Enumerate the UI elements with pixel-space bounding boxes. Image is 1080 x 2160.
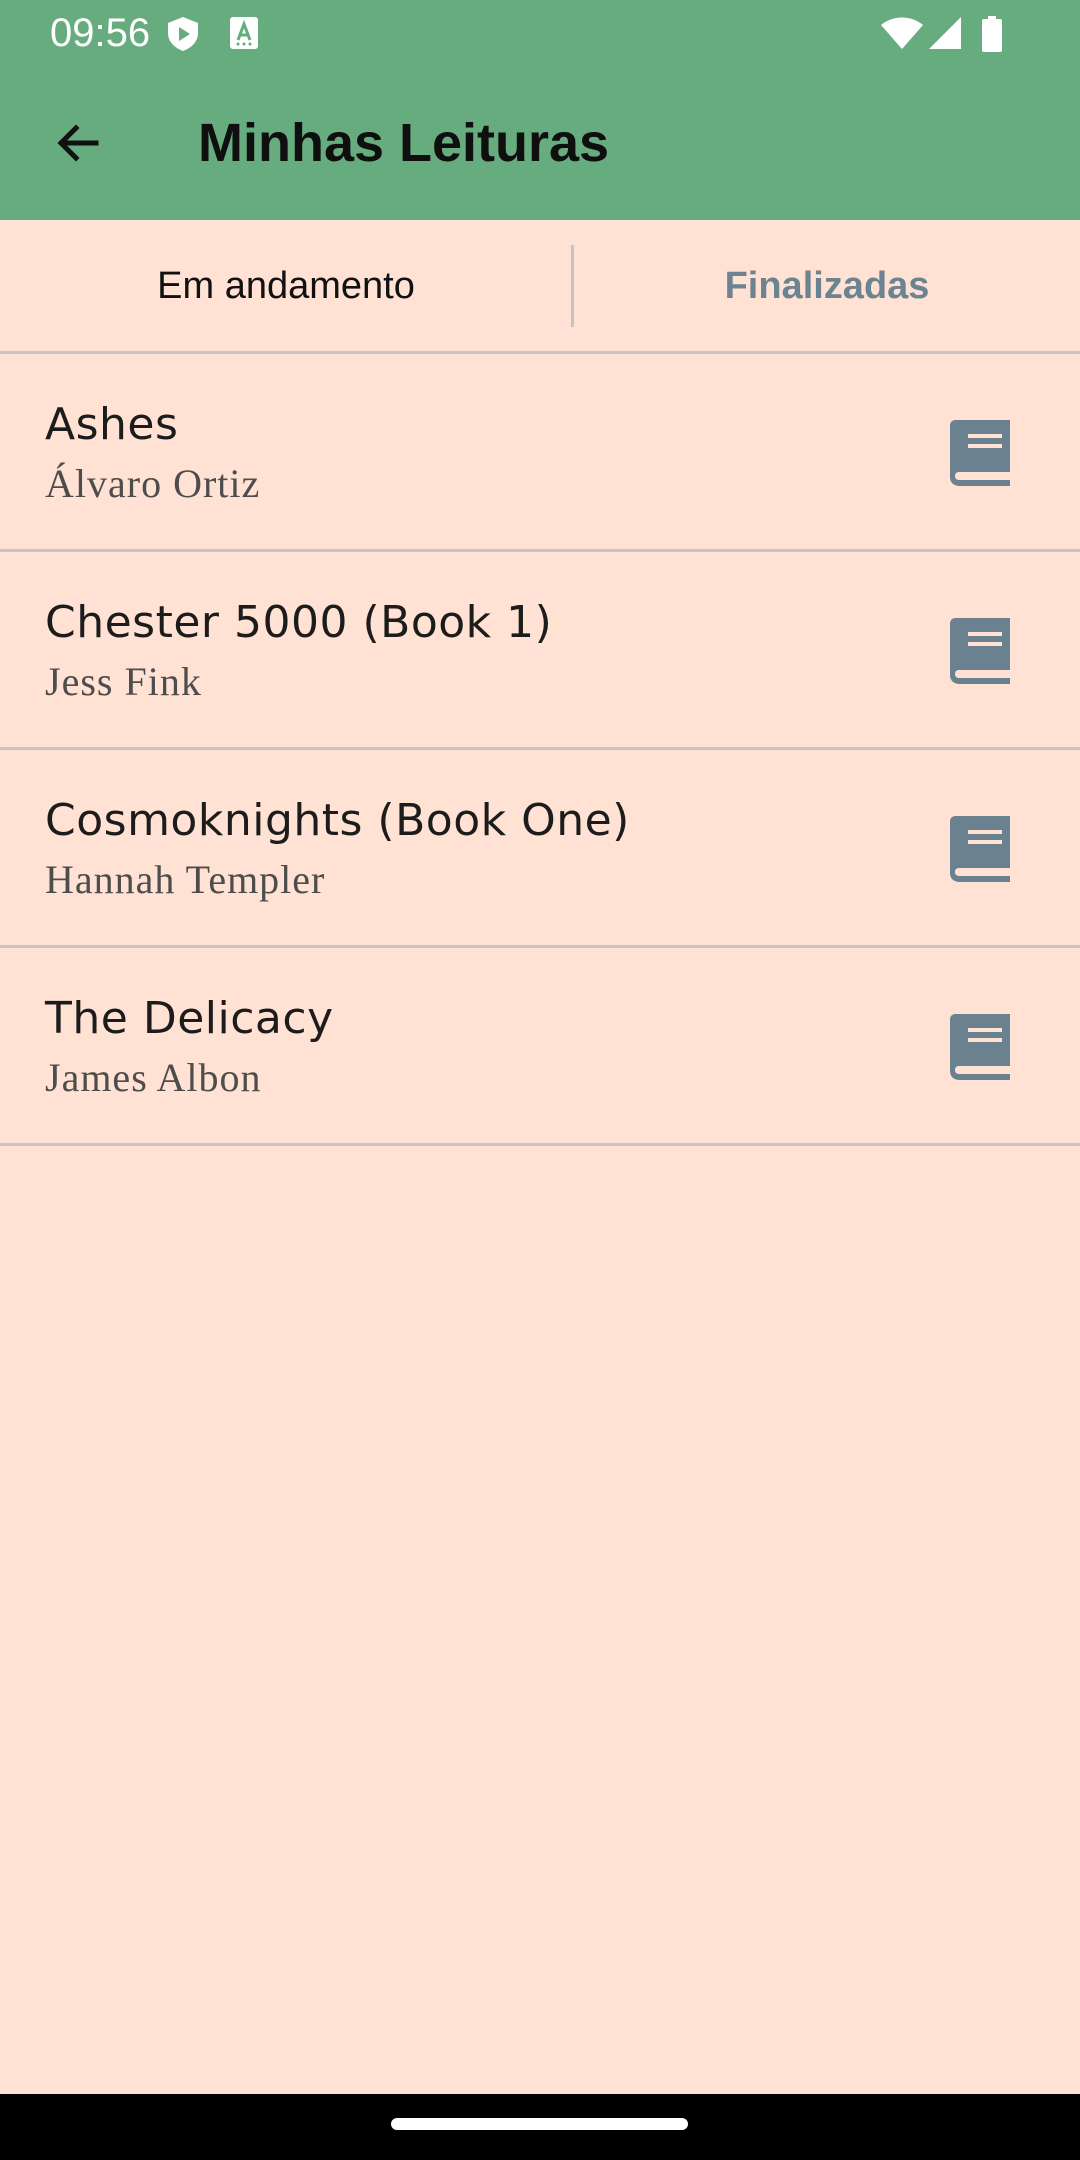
signal-icon [928,16,962,55]
tab-bar: Em andamento Finalizadas [0,220,1080,352]
book-title: Chester 5000 (Book 1) [45,597,553,648]
arrow-back-icon [57,124,99,162]
accessibility-a-icon [229,16,259,55]
list-item[interactable]: Cosmoknights (Book One) Hannah Templer [0,750,1080,948]
book-author: Hannah Templer [45,857,326,902]
book-title: The Delicacy [45,993,334,1044]
book-author: James Albon [45,1055,262,1100]
tab-finalizadas[interactable]: Finalizadas [574,220,1080,352]
book-icon[interactable] [950,618,1010,684]
book-author: Álvaro Ortiz [45,461,261,506]
back-button[interactable] [36,101,120,185]
page-title: Minhas Leituras [198,113,610,173]
status-time: 09:56 [50,11,151,55]
book-author: Jess Fink [45,659,202,704]
shield-play-icon [166,16,200,57]
book-list: Ashes Álvaro Ortiz Chester 5000 (Book 1)… [0,354,1080,1146]
book-title: Ashes [45,399,179,450]
tab-em-andamento[interactable]: Em andamento [0,220,572,352]
system-nav-bar [0,2094,1080,2160]
book-icon[interactable] [950,1014,1010,1080]
list-item[interactable]: The Delicacy James Albon [0,948,1080,1146]
list-item[interactable]: Chester 5000 (Book 1) Jess Fink [0,552,1080,750]
app-bar: 09:56 Minhas Leituras [0,0,1080,220]
toolbar: Minhas Leituras [0,66,1080,220]
list-item[interactable]: Ashes Álvaro Ortiz [0,354,1080,552]
status-bar: 09:56 [0,0,1080,66]
battery-icon [981,16,1003,57]
book-title: Cosmoknights (Book One) [45,795,630,846]
book-icon[interactable] [950,816,1010,882]
home-indicator[interactable] [391,2118,688,2130]
book-icon[interactable] [950,420,1010,486]
wifi-icon [880,16,924,55]
